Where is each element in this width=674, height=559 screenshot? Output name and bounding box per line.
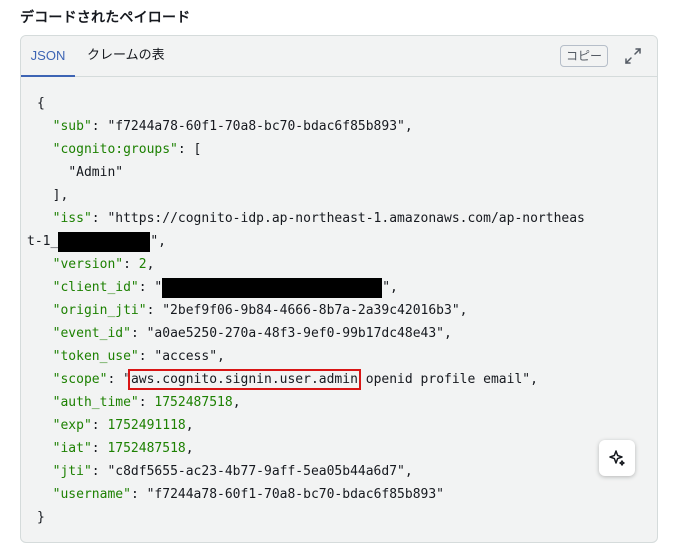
payload-panel: JSON クレームの表 コピー { "sub": "f7244a78-60f1-… (20, 35, 658, 543)
code-line: "event_id": "a0ae5250-270a-48f3-9ef0-99b… (52, 326, 452, 341)
json-code-view[interactable]: { "sub": "f7244a78-60f1-70a8-bc70-bdac6f… (21, 77, 657, 542)
json-key: "origin_jti" (52, 303, 147, 318)
code-line: "jti": "c8df5655-ac23-4b77-9aff-5ea05b44… (52, 464, 413, 479)
scope-highlight: aws.cognito.signin.user.admin (127, 369, 361, 390)
json-value: "c8df5655-ac23-4b77-9aff-5ea05b44a6d7", (107, 464, 413, 479)
json-key: "iat" (52, 441, 92, 456)
json-value: "https://cognito-idp.ap-northeast-1.amaz… (107, 211, 585, 226)
json-value: 1752487518 (154, 395, 233, 410)
json-key: "sub" (52, 119, 92, 134)
sparkle-icon (609, 450, 625, 466)
section-title: デコードされたペイロード (20, 10, 191, 26)
json-value: 1752491118 (107, 418, 186, 433)
code-line: "version": 2, (52, 257, 155, 272)
json-value: "f7244a78-60f1-70a8-bc70-bdac6f85b893", (107, 119, 413, 134)
code-line: "Admin" (37, 161, 123, 184)
json-value: 1752487518 (107, 441, 186, 456)
json-key: "version" (52, 257, 124, 272)
code-line: "iss": "https://cognito-idp.ap-northeast… (52, 211, 585, 226)
code-line: "token_use": "access", (52, 349, 225, 364)
code-line: "iat": 1752487518, (52, 441, 194, 456)
code-line: "cognito:groups": [ (52, 142, 202, 157)
json-key: "client_id" (52, 280, 139, 295)
redaction-block (58, 231, 151, 252)
tab-claims-table[interactable]: クレームの表 (87, 36, 165, 76)
json-key: "username" (52, 487, 131, 502)
json-key: "jti" (52, 464, 92, 479)
redaction-block (162, 277, 383, 298)
json-key: "token_use" (52, 349, 139, 364)
code-line: "exp": 1752491118, (52, 418, 194, 433)
json-value: 2 (138, 257, 147, 272)
expand-button[interactable] (622, 45, 644, 67)
json-value: "a0ae5250-270a-48f3-9ef0-99b17dc48e43", (146, 326, 452, 341)
code-line: "client_id": " ", (37, 276, 398, 299)
tab-bar: JSON クレームの表 コピー (21, 36, 657, 77)
code-line: "username": "f7244a78-60f1-70a8-bc70-bda… (52, 487, 445, 502)
json-value: "access", (154, 349, 225, 364)
json-key: "event_id" (52, 326, 131, 341)
code-line: "origin_jti": "2bef9f06-9b84-4666-8b7a-2… (52, 303, 468, 318)
code-line: } (37, 510, 45, 525)
json-key: "cognito:groups" (52, 142, 178, 157)
tab-json[interactable]: JSON (21, 36, 75, 77)
json-value: "2bef9f06-9b84-4666-8b7a-2a39c42016b3", (162, 303, 468, 318)
json-key: "scope" (52, 372, 108, 387)
json-value: "Admin" (68, 165, 124, 180)
expand-icon (625, 48, 641, 64)
json-key: "auth_time" (52, 395, 139, 410)
code-line: "sub": "f7244a78-60f1-70a8-bc70-bdac6f85… (52, 119, 413, 134)
code-line: ], (52, 188, 69, 203)
code-line: { (37, 96, 45, 111)
code-line: "scope": "aws.cognito.signin.user.admin … (37, 368, 538, 391)
code-line: t-1_ ", (27, 230, 166, 253)
json-value: "f7244a78-60f1-70a8-bc70-bdac6f85b893" (146, 487, 445, 502)
copy-button[interactable]: コピー (560, 45, 608, 67)
json-key: "exp" (52, 418, 92, 433)
code-line: "auth_time": 1752487518, (52, 395, 241, 410)
json-key: "iss" (52, 211, 92, 226)
ai-assist-button[interactable] (599, 440, 635, 476)
